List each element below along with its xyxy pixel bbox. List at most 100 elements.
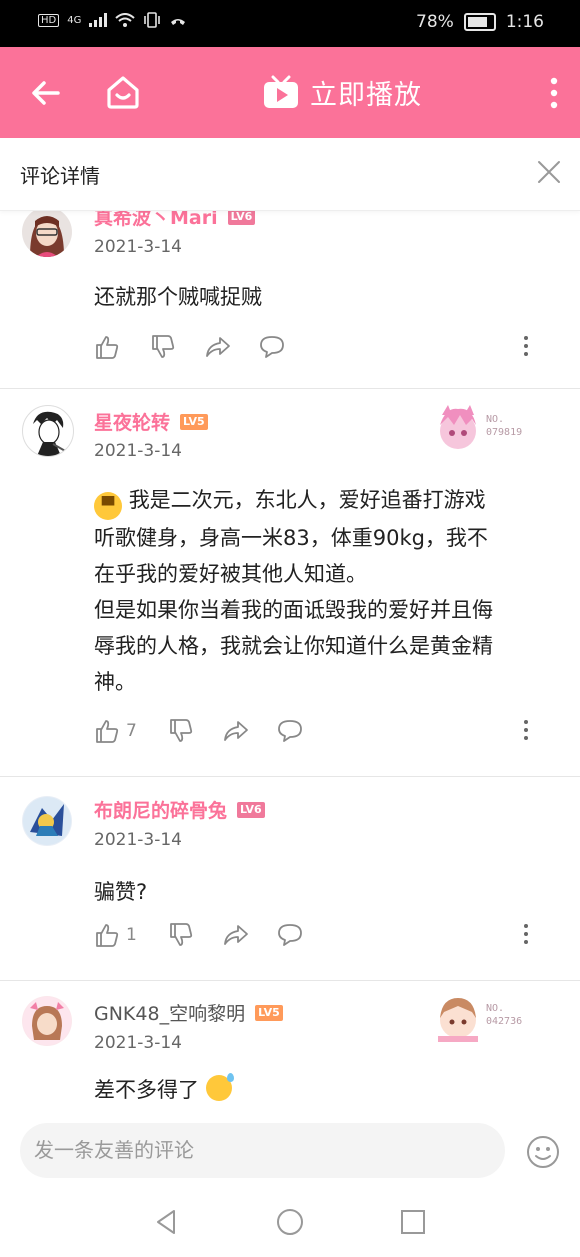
home-icon[interactable] bbox=[104, 73, 142, 111]
share-button[interactable] bbox=[204, 334, 232, 360]
dislike-button[interactable] bbox=[150, 334, 176, 360]
like-button[interactable] bbox=[94, 334, 120, 360]
comment-text: ▀ 我是二次元，东北人，爱好追番打游戏 听歌健身，身高一米83，体重90kg，我… bbox=[94, 482, 559, 700]
fan-badge-label: NO. bbox=[486, 414, 505, 425]
comment-text: 还就那个贼喊捉贼 bbox=[94, 285, 262, 309]
comment-more-button[interactable] bbox=[522, 718, 530, 742]
network-indicator: 4G bbox=[67, 14, 82, 26]
more-vertical-icon bbox=[524, 336, 528, 356]
username-row: 布朗尼的碎骨兔 LV6 bbox=[94, 796, 265, 823]
battery-percent: 78% bbox=[416, 12, 454, 32]
share-button[interactable] bbox=[222, 922, 250, 948]
comment-text-line: 在乎我的爱好被其他人知道。 bbox=[94, 562, 367, 586]
back-arrow-icon[interactable] bbox=[28, 75, 64, 111]
comment-list[interactable]: 真希波丶Mari LV6 2021-3-14 还就那个贼喊捉贼 星夜轮转 LV5… bbox=[0, 210, 580, 1110]
avatar-image bbox=[30, 216, 64, 257]
comment-actions: 7 bbox=[94, 718, 549, 748]
avatar[interactable] bbox=[22, 996, 72, 1046]
avatar-image bbox=[33, 411, 68, 456]
username-row: GNK48_空响黎明 LV5 bbox=[94, 999, 283, 1026]
comment-item: 真希波丶Mari LV6 2021-3-14 还就那个贼喊捉贼 bbox=[0, 210, 580, 389]
thumbs-down-icon bbox=[170, 923, 193, 946]
like-count: 7 bbox=[126, 721, 137, 741]
thumbs-up-icon bbox=[96, 336, 119, 359]
comment-item: 布朗尼的碎骨兔 LV6 2021-3-14 骗赞? 1 bbox=[0, 776, 580, 981]
play-now-button[interactable]: 立即播放 bbox=[262, 73, 422, 112]
comment-more-button[interactable] bbox=[522, 334, 530, 358]
comment-text-segment: 差不多得了 bbox=[94, 1078, 199, 1102]
comment-text-line: 辱我的人格，我就会让你知道什么是黄金精 bbox=[94, 634, 493, 658]
thumbs-up-icon bbox=[96, 720, 119, 743]
thumbs-up-icon bbox=[96, 924, 119, 947]
comment-actions: 1 bbox=[94, 922, 549, 952]
avatar-image bbox=[23, 997, 71, 1045]
like-count: 1 bbox=[126, 925, 137, 945]
signal-icon bbox=[89, 13, 108, 27]
vibrate-icon bbox=[144, 12, 161, 28]
level-badge: LV6 bbox=[237, 801, 265, 818]
nav-home-icon[interactable] bbox=[275, 1207, 305, 1237]
nav-back-icon[interactable] bbox=[152, 1207, 182, 1237]
play-now-label: 立即播放 bbox=[310, 80, 422, 111]
more-vertical-icon[interactable] bbox=[550, 75, 558, 111]
fan-badge-digits: 079819 bbox=[486, 427, 523, 438]
fan-badge: NO. 079819 bbox=[432, 403, 542, 457]
fan-badge: NO. 042736 bbox=[432, 992, 542, 1046]
dislike-button[interactable] bbox=[168, 718, 194, 744]
page-title: 评论详情 bbox=[20, 164, 100, 188]
app-bar: 立即播放 bbox=[0, 47, 580, 138]
comment-input[interactable]: 发一条友善的评论 bbox=[20, 1123, 505, 1178]
more-vertical-icon bbox=[524, 720, 528, 740]
avatar[interactable] bbox=[22, 210, 72, 257]
comment-bubble-icon bbox=[278, 924, 302, 946]
avatar-image bbox=[23, 797, 71, 845]
nav-recents-icon[interactable] bbox=[398, 1207, 428, 1237]
reply-button[interactable] bbox=[276, 718, 304, 744]
share-arrow-icon bbox=[224, 721, 248, 741]
comment-text: 骗赞? bbox=[94, 880, 148, 904]
like-button[interactable]: 1 bbox=[94, 922, 137, 948]
like-button[interactable]: 7 bbox=[94, 718, 137, 744]
comment-date: 2021-3-14 bbox=[94, 1033, 182, 1053]
fan-badge-label: NO. bbox=[486, 1003, 505, 1014]
comment-date: 2021-3-14 bbox=[94, 237, 182, 257]
comment-date: 2021-3-14 bbox=[94, 441, 182, 461]
comment-item: GNK48_空响黎明 LV5 2021-3-14 NO. 042736 差不多得… bbox=[0, 980, 580, 1110]
comment-bubble-icon bbox=[278, 720, 302, 742]
clock: 1:16 bbox=[505, 12, 544, 32]
reply-button[interactable] bbox=[276, 922, 304, 948]
share-button[interactable] bbox=[222, 718, 250, 744]
status-right: 78% 1:16 bbox=[416, 12, 544, 32]
comment-text-segment: 我是二次元，东北人，爱好追番打游戏 bbox=[128, 488, 486, 512]
emoji-icon[interactable] bbox=[526, 1135, 560, 1169]
comment-text: 差不多得了 bbox=[94, 1072, 559, 1108]
comment-item: 星夜轮转 LV5 2021-3-14 NO. 079819 ▀ 我是二次元，东北… bbox=[0, 388, 580, 777]
level-badge: LV5 bbox=[180, 413, 208, 430]
username[interactable]: 星夜轮转 bbox=[94, 408, 170, 435]
dislike-button[interactable] bbox=[168, 922, 194, 948]
reply-button[interactable] bbox=[258, 334, 286, 360]
comment-more-button[interactable] bbox=[522, 922, 530, 946]
comment-detail-header: 评论详情 bbox=[0, 138, 580, 211]
username-row: 真希波丶Mari LV6 bbox=[94, 210, 256, 230]
fan-badge-number: NO. 079819 bbox=[486, 413, 522, 439]
username[interactable]: 真希波丶Mari bbox=[94, 210, 218, 230]
close-icon[interactable] bbox=[536, 159, 562, 185]
avatar[interactable] bbox=[22, 405, 74, 457]
level-badge: LV5 bbox=[255, 1004, 283, 1021]
status-bar: HD 4G 78% 1:16 bbox=[0, 0, 580, 47]
grin-emoji-icon: ▀ bbox=[94, 492, 122, 520]
username[interactable]: 布朗尼的碎骨兔 bbox=[94, 796, 227, 823]
share-arrow-icon bbox=[206, 337, 230, 357]
thumbs-down-icon bbox=[152, 335, 175, 358]
status-left: HD 4G bbox=[38, 12, 187, 28]
battery-icon bbox=[463, 13, 496, 31]
username-row: 星夜轮转 LV5 bbox=[94, 408, 208, 435]
avatar[interactable] bbox=[22, 796, 72, 846]
comment-text-line: 听歌健身，身高一米83，体重90kg，我不 bbox=[94, 526, 488, 550]
username[interactable]: GNK48_空响黎明 bbox=[94, 999, 245, 1026]
comment-composer: 发一条友善的评论 bbox=[0, 1110, 580, 1192]
fan-badge-digits: 042736 bbox=[486, 1016, 523, 1027]
fan-badge-image bbox=[438, 998, 478, 1042]
sweat-smile-emoji-icon bbox=[205, 1073, 234, 1101]
